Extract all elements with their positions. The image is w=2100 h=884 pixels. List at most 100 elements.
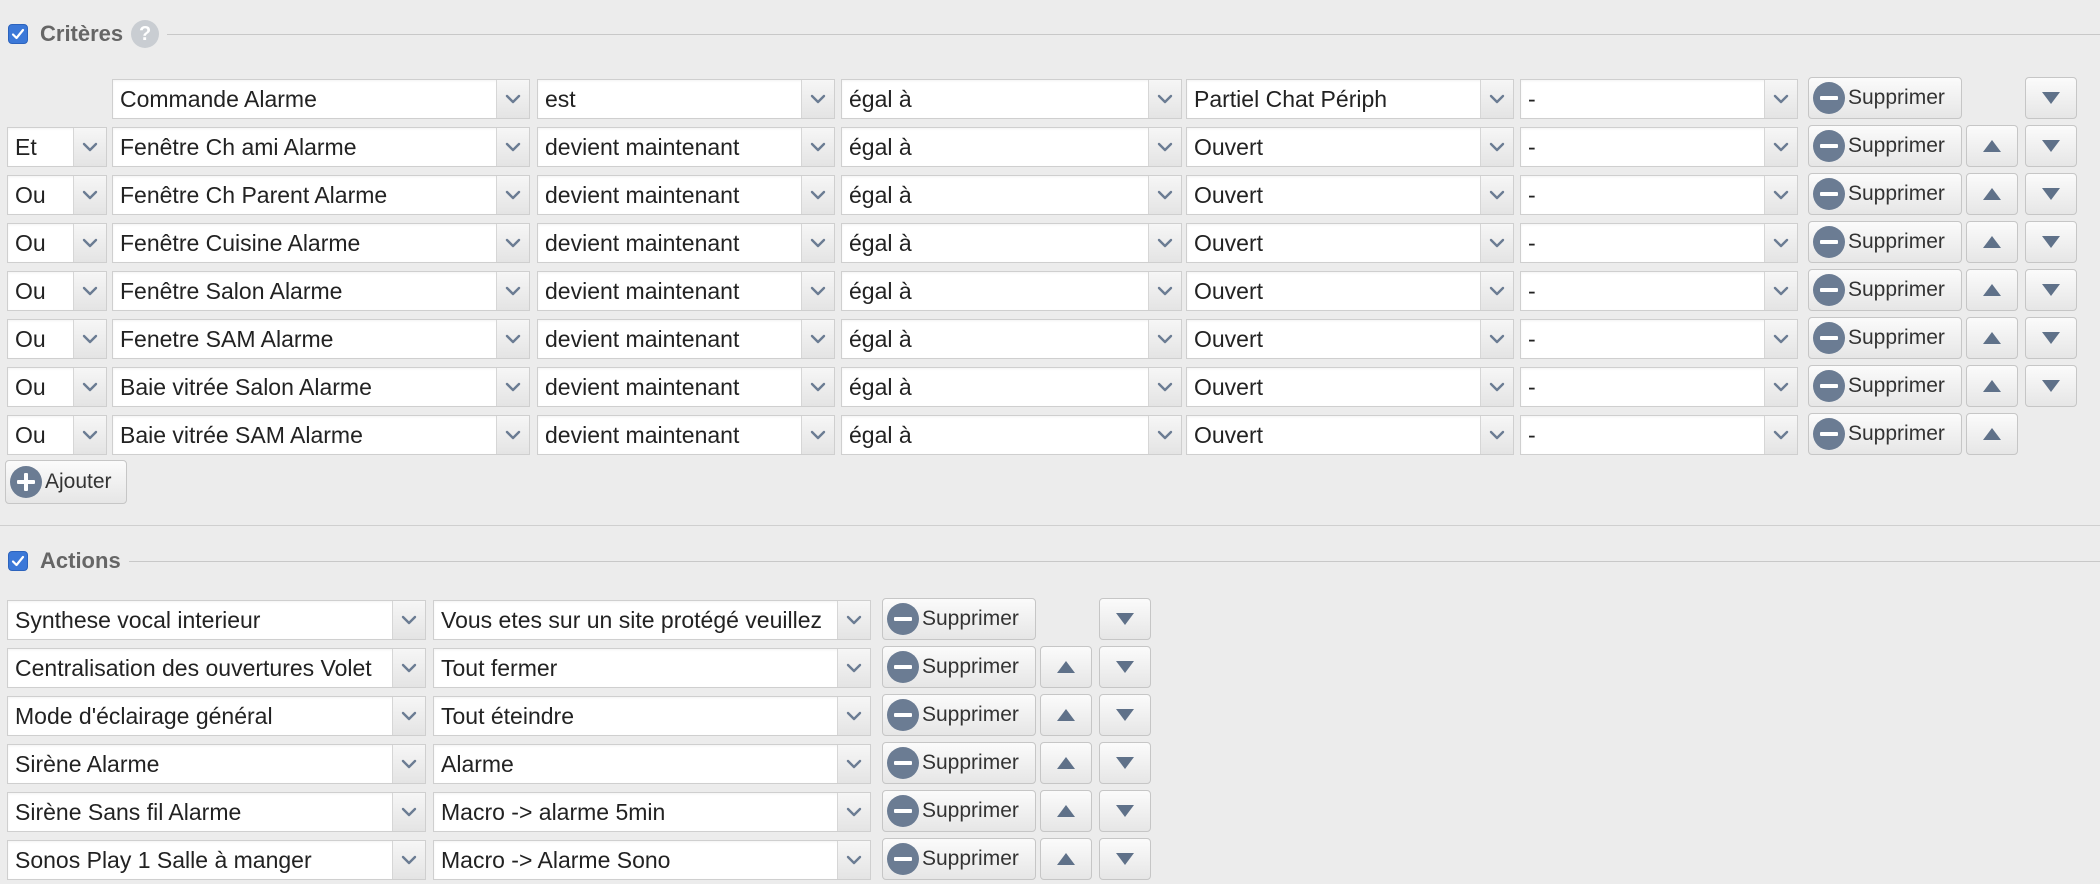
dropdown-arrow[interactable] [837,793,870,831]
dropdown-arrow[interactable] [1148,176,1181,214]
logic-select[interactable]: Ou [7,319,107,359]
criteria-checkbox[interactable] [8,24,28,44]
action-command-select[interactable]: Macro -> alarme 5min [433,792,871,832]
value-select[interactable]: Ouvert [1186,319,1514,359]
delete-button[interactable]: Supprimer [1808,173,1962,215]
move-down-button[interactable] [1099,646,1151,688]
move-down-button[interactable] [2025,269,2077,311]
delete-button[interactable]: Supprimer [882,598,1036,640]
operator-select[interactable]: égal à [841,319,1182,359]
value-select[interactable]: Ouvert [1186,367,1514,407]
delete-button[interactable]: Supprimer [882,790,1036,832]
dropdown-arrow[interactable] [392,697,425,735]
condition-select[interactable]: devient maintenant [537,127,835,167]
dropdown-arrow[interactable] [1480,176,1513,214]
operator-select[interactable]: égal à [841,415,1182,455]
dropdown-arrow[interactable] [496,80,529,118]
logic-select[interactable]: Ou [7,175,107,215]
action-command-select[interactable]: Macro -> Alarme Sono [433,840,871,880]
operator-select[interactable]: égal à [841,127,1182,167]
dropdown-arrow[interactable] [496,128,529,166]
dropdown-arrow[interactable] [837,745,870,783]
move-down-button[interactable] [1099,598,1151,640]
move-down-button[interactable] [2025,173,2077,215]
value-select[interactable]: Ouvert [1186,175,1514,215]
action-command-select[interactable]: Tout fermer [433,648,871,688]
dropdown-arrow[interactable] [1148,368,1181,406]
delete-button[interactable]: Supprimer [882,694,1036,736]
value-select[interactable]: Ouvert [1186,271,1514,311]
action-device-select[interactable]: Centralisation des ouvertures Volet [7,648,426,688]
dropdown-arrow[interactable] [1148,320,1181,358]
move-down-button[interactable] [2025,125,2077,167]
device-select[interactable]: Fenêtre Salon Alarme [112,271,530,311]
move-down-button[interactable] [2025,317,2077,359]
dropdown-arrow[interactable] [496,368,529,406]
dropdown-arrow[interactable] [837,601,870,639]
move-up-button[interactable] [1966,173,2018,215]
extra-select[interactable]: - [1520,127,1798,167]
action-command-select[interactable]: Alarme [433,744,871,784]
move-up-button[interactable] [1966,317,2018,359]
delete-button[interactable]: Supprimer [1808,269,1962,311]
action-command-select[interactable]: Tout éteindre [433,696,871,736]
move-down-button[interactable] [2025,221,2077,263]
dropdown-arrow[interactable] [1764,416,1797,454]
extra-select[interactable]: - [1520,415,1798,455]
value-select[interactable]: Partiel Chat Périph [1186,79,1514,119]
extra-select[interactable]: - [1520,79,1798,119]
move-up-button[interactable] [1040,742,1092,784]
dropdown-arrow[interactable] [73,368,106,406]
actions-checkbox[interactable] [8,551,28,571]
move-up-button[interactable] [1966,269,2018,311]
logic-select[interactable]: Ou [7,223,107,263]
action-device-select[interactable]: Synthese vocal interieur [7,600,426,640]
extra-select[interactable]: - [1520,271,1798,311]
move-down-button[interactable] [2025,365,2077,407]
delete-button[interactable]: Supprimer [882,838,1036,880]
condition-select[interactable]: devient maintenant [537,223,835,263]
dropdown-arrow[interactable] [496,176,529,214]
dropdown-arrow[interactable] [1764,128,1797,166]
dropdown-arrow[interactable] [496,224,529,262]
device-select[interactable]: Commande Alarme [112,79,530,119]
dropdown-arrow[interactable] [1764,272,1797,310]
move-up-button[interactable] [1966,365,2018,407]
action-device-select[interactable]: Mode d'éclairage général [7,696,426,736]
dropdown-arrow[interactable] [73,224,106,262]
add-criterion-button[interactable]: Ajouter [5,460,127,504]
dropdown-arrow[interactable] [837,841,870,879]
dropdown-arrow[interactable] [1148,128,1181,166]
delete-button[interactable]: Supprimer [1808,413,1962,455]
dropdown-arrow[interactable] [1480,368,1513,406]
move-up-button[interactable] [1040,694,1092,736]
operator-select[interactable]: égal à [841,223,1182,263]
device-select[interactable]: Baie vitrée SAM Alarme [112,415,530,455]
dropdown-arrow[interactable] [1148,224,1181,262]
dropdown-arrow[interactable] [1480,272,1513,310]
condition-select[interactable]: devient maintenant [537,175,835,215]
action-command-select[interactable]: Vous etes sur un site protégé veuillez [433,600,871,640]
dropdown-arrow[interactable] [1480,320,1513,358]
dropdown-arrow[interactable] [801,128,834,166]
operator-select[interactable]: égal à [841,271,1182,311]
device-select[interactable]: Fenetre SAM Alarme [112,319,530,359]
dropdown-arrow[interactable] [801,176,834,214]
move-up-button[interactable] [1040,790,1092,832]
dropdown-arrow[interactable] [392,601,425,639]
delete-button[interactable]: Supprimer [1808,317,1962,359]
dropdown-arrow[interactable] [392,841,425,879]
dropdown-arrow[interactable] [1480,416,1513,454]
delete-button[interactable]: Supprimer [1808,365,1962,407]
move-up-button[interactable] [1040,646,1092,688]
device-select[interactable]: Fenêtre Ch Parent Alarme [112,175,530,215]
move-down-button[interactable] [1099,742,1151,784]
dropdown-arrow[interactable] [1764,176,1797,214]
question-mark-icon[interactable]: ? [131,20,160,48]
dropdown-arrow[interactable] [801,368,834,406]
move-up-button[interactable] [1040,838,1092,880]
value-select[interactable]: Ouvert [1186,223,1514,263]
delete-button[interactable]: Supprimer [882,742,1036,784]
extra-select[interactable]: - [1520,319,1798,359]
dropdown-arrow[interactable] [837,697,870,735]
